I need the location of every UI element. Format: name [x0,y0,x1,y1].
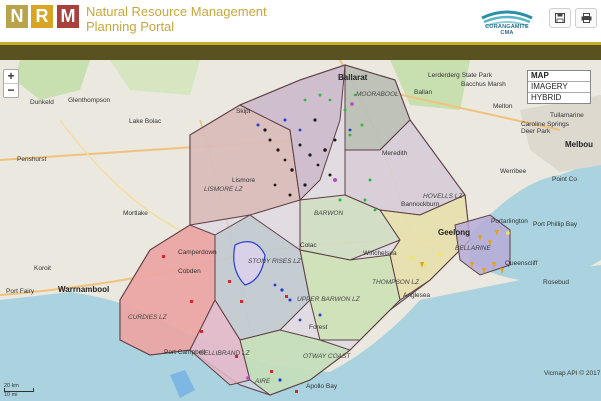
zone-stony-rises: STONY RISES LZ [248,258,301,265]
place-ballarat: Ballarat [338,73,368,82]
save-icon [555,13,565,23]
partner-logo-text: CORANGAMITE CMA [485,24,529,36]
place-cobden: Cobden [178,268,201,275]
place-geelong: Geelong [438,228,471,237]
place-lake-bolac: Lake Bolac [129,118,162,125]
place-warrnambool: Warrnambool [58,285,110,294]
place-queenscliff: Queenscliff [505,260,538,267]
logo-letter-r: R [31,5,53,28]
save-button[interactable] [549,8,571,28]
place-melbourne: Melbou [565,140,593,149]
place-lismore: Lismore [232,177,256,184]
toolbar-band [0,45,601,60]
zone-curdies: CURDIES LZ [128,314,167,321]
place-colac: Colac [300,242,317,249]
place-portarlington: Portarlington [491,218,528,225]
logo-letter-n: N [6,5,28,28]
print-icon [581,13,592,23]
zone-moorabool: MOORABOOL [356,91,399,98]
zoom-in-button[interactable]: + [4,70,18,83]
place-lerderderg: Lerderderg State Park [428,72,492,79]
place-koroit: Koroit [34,265,51,272]
place-penshurst: Penshurst [17,156,47,163]
place-skipton: Skipt [236,108,251,115]
basemap-imagery-option[interactable]: IMAGERY [528,82,590,93]
place-anglesea: Anglesea [403,292,431,299]
map-attribution: Vicmap API © 2017 [544,370,601,377]
place-forest: Forest [309,324,328,331]
zone-upper-barwon: UPPER BARWON LZ [297,296,360,303]
zone-thompson: THOMPSON LZ [372,279,419,286]
place-dunkeld: Dunkeld [30,99,54,106]
place-port-fairy: Port Fairy [6,288,35,295]
zone-aire: AIRE [255,378,271,385]
logo-letter-m: M [57,5,79,28]
map-base-layer [0,60,601,401]
place-bannockburn: Bannockburn [401,201,440,208]
zoom-out-button[interactable]: − [4,83,18,97]
place-port-phillip-bay: Port Phillip Bay [533,221,578,228]
zone-gellibrand: GELLIBRAND LZ [199,350,250,357]
place-camperdown: Camperdown [178,249,217,256]
place-bacchus-marsh: Bacchus Marsh [461,81,506,88]
basemap-switcher: MAP IMAGERY HYBRID [527,70,591,104]
place-point-cook: Point Co [552,176,577,183]
place-mortlake: Mortlake [123,210,148,217]
place-tullamarine: Tullamarine [550,112,584,119]
zone-otway-coast: OTWAY COAST [303,353,351,360]
basemap-map-option[interactable]: MAP [528,71,590,82]
basemap-hybrid-option[interactable]: HYBRID [528,93,590,103]
zone-barwon: BARWON [314,210,344,217]
map-canvas[interactable]: Ballarat Lerderderg State Park Ballan Ba… [0,60,601,401]
app-header: N R M Natural Resource Management Planni… [0,0,601,42]
page-title: Natural Resource Management Planning Por… [86,4,267,34]
place-deer-park: Deer Park [521,128,551,135]
place-rosebud: Rosebud [543,279,570,286]
zoom-control: + − [3,69,19,98]
place-caroline-springs: Caroline Springs [521,121,570,128]
place-apollo-bay: Apollo Bay [306,383,338,390]
place-glenthompson: Glenthompson [68,97,111,104]
place-melton: Melton [493,103,513,110]
zone-lismore: LISMORE LZ [204,186,243,193]
zone-bellarine: BELLARINE [455,245,491,252]
zone-hovells: HOVELLS LZ [423,193,463,200]
title-line-1: Natural Resource Management [86,4,267,19]
place-werribee: Werribee [500,168,527,175]
print-button[interactable] [575,8,597,28]
scale-label-mi: 10 mi [4,392,18,398]
place-ballan: Ballan [414,89,433,96]
title-line-2: Planning Portal [86,19,175,34]
place-winchelsea: Winchelsea [363,250,397,257]
place-meredith: Meredith [382,150,408,157]
